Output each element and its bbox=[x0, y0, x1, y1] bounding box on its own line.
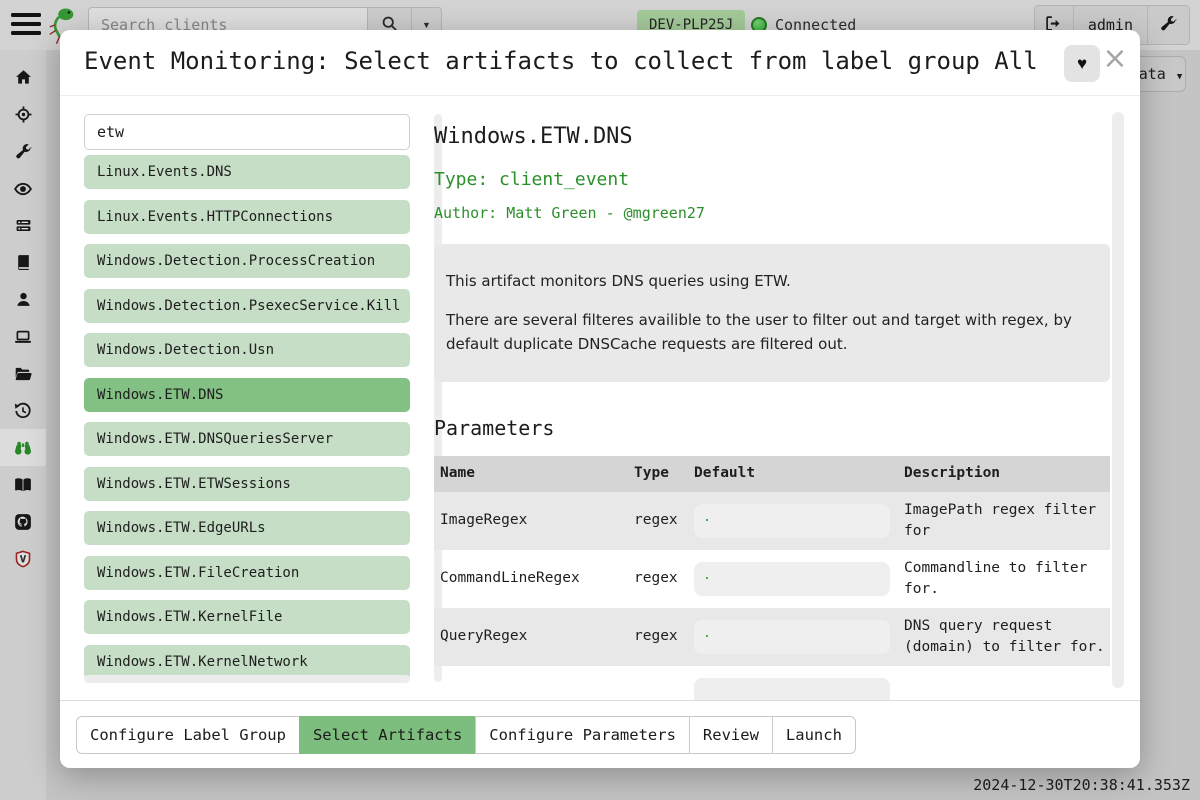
parameter-type: regex bbox=[628, 568, 688, 589]
parameter-row: CommandLineRegexregex.Commandline to fil… bbox=[434, 550, 1110, 608]
heart-icon: ♥ bbox=[1077, 54, 1087, 73]
parameter-default-value-partial bbox=[694, 678, 890, 700]
event-monitoring-modal: Event Monitoring: Select artifacts to co… bbox=[60, 30, 1140, 768]
parameter-default-value[interactable]: . bbox=[694, 504, 890, 538]
column-header: Type bbox=[628, 463, 688, 484]
artifact-name-title: Windows.ETW.DNS bbox=[434, 124, 1110, 149]
artifact-type-line: Type: client_event bbox=[434, 169, 1110, 190]
artifact-filter-input[interactable] bbox=[84, 114, 410, 150]
parameter-description: DNS query request (domain) to filter for… bbox=[898, 616, 1110, 658]
parameter-default-value[interactable]: . bbox=[694, 562, 890, 596]
parameters-table: NameTypeDefaultDescriptionImageRegexrege… bbox=[434, 456, 1110, 690]
description-paragraph: This artifact monitors DNS queries using… bbox=[446, 270, 1096, 293]
wizard-step-review[interactable]: Review bbox=[689, 716, 773, 754]
parameter-type: regex bbox=[628, 510, 688, 531]
parameter-default-cell: . bbox=[688, 562, 898, 596]
artifact-list-item[interactable]: Windows.ETW.KernelNetwork bbox=[84, 645, 410, 679]
artifact-list-item[interactable]: Windows.ETW.DNSQueriesServer bbox=[84, 422, 410, 456]
artifact-list-horizontal-scrollbar[interactable] bbox=[84, 675, 410, 683]
next-row-clipped bbox=[434, 678, 1110, 690]
artifact-list-item[interactable]: Windows.ETW.DNS bbox=[84, 378, 410, 412]
detail-panel-scrollbar[interactable] bbox=[1112, 112, 1124, 688]
artifact-detail-panel: Windows.ETW.DNS Type: client_event Autho… bbox=[434, 96, 1110, 700]
artifact-list-item[interactable]: Windows.Detection.ProcessCreation bbox=[84, 244, 410, 278]
parameter-name: CommandLineRegex bbox=[434, 568, 628, 589]
column-header: Name bbox=[434, 463, 628, 484]
favorite-button[interactable]: ♥ bbox=[1064, 45, 1100, 82]
velociraptor-app: ▼ DEV-PLP25J Connected admin bbox=[0, 0, 1200, 800]
artifact-list-item[interactable]: Linux.Events.DNS bbox=[84, 155, 410, 189]
artifact-list-panel: Linux.Events.DNS Linux.Events.HTTPConnect… bbox=[84, 114, 442, 682]
artifact-author-line: Author: Matt Green - @mgreen27 bbox=[434, 204, 1110, 222]
artifact-list-item[interactable]: Windows.ETW.FileCreation bbox=[84, 556, 410, 590]
parameter-name: QueryRegex bbox=[434, 626, 628, 647]
artifact-description-box: This artifact monitors DNS queries using… bbox=[434, 244, 1110, 382]
close-icon: × bbox=[1102, 41, 1127, 76]
parameters-heading: Parameters bbox=[434, 416, 1110, 440]
artifact-list-item[interactable]: Windows.ETW.KernelFile bbox=[84, 600, 410, 634]
wizard-step-select-artifacts[interactable]: Select Artifacts bbox=[299, 716, 476, 754]
parameter-row: ImageRegexregex.ImagePath regex filter f… bbox=[434, 492, 1110, 550]
parameter-default-value[interactable]: . bbox=[694, 620, 890, 654]
wizard-step-configure-parameters[interactable]: Configure Parameters bbox=[475, 716, 690, 754]
wizard-footer: Configure Label GroupSelect ArtifactsCon… bbox=[60, 700, 1140, 768]
parameter-default-cell: . bbox=[688, 504, 898, 538]
artifact-list-item[interactable]: Windows.ETW.EdgeURLs bbox=[84, 511, 410, 545]
parameter-row: QueryRegexregex.DNS query request (domai… bbox=[434, 608, 1110, 666]
artifact-list: Linux.Events.DNS Linux.Events.HTTPConnect… bbox=[84, 155, 410, 689]
modal-body: Linux.Events.DNS Linux.Events.HTTPConnect… bbox=[60, 96, 1140, 700]
column-header: Description bbox=[898, 463, 1110, 484]
close-modal-button[interactable]: × bbox=[1102, 42, 1128, 76]
artifact-list-item[interactable]: Linux.Events.HTTPConnections bbox=[84, 200, 410, 234]
modal-header: Event Monitoring: Select artifacts to co… bbox=[60, 30, 1140, 96]
parameter-default-cell: . bbox=[688, 620, 898, 654]
description-paragraph: There are several filteres availible to … bbox=[446, 309, 1096, 356]
parameter-type: regex bbox=[628, 626, 688, 647]
artifact-list-item[interactable]: Windows.ETW.ETWSessions bbox=[84, 467, 410, 501]
parameters-table-header: NameTypeDefaultDescription bbox=[434, 456, 1110, 492]
artifact-list-item[interactable]: Windows.Detection.PsexecService.Kill bbox=[84, 289, 410, 323]
parameter-description: ImagePath regex filter for bbox=[898, 500, 1110, 542]
parameter-description: Commandline to filter for. bbox=[898, 558, 1110, 600]
modal-title: Event Monitoring: Select artifacts to co… bbox=[84, 47, 1038, 75]
parameter-name: ImageRegex bbox=[434, 510, 628, 531]
wizard-step-configure-label-group[interactable]: Configure Label Group bbox=[76, 716, 300, 754]
column-header: Default bbox=[688, 463, 898, 484]
wizard-step-launch[interactable]: Launch bbox=[772, 716, 856, 754]
artifact-list-item[interactable]: Windows.Detection.Usn bbox=[84, 333, 410, 367]
